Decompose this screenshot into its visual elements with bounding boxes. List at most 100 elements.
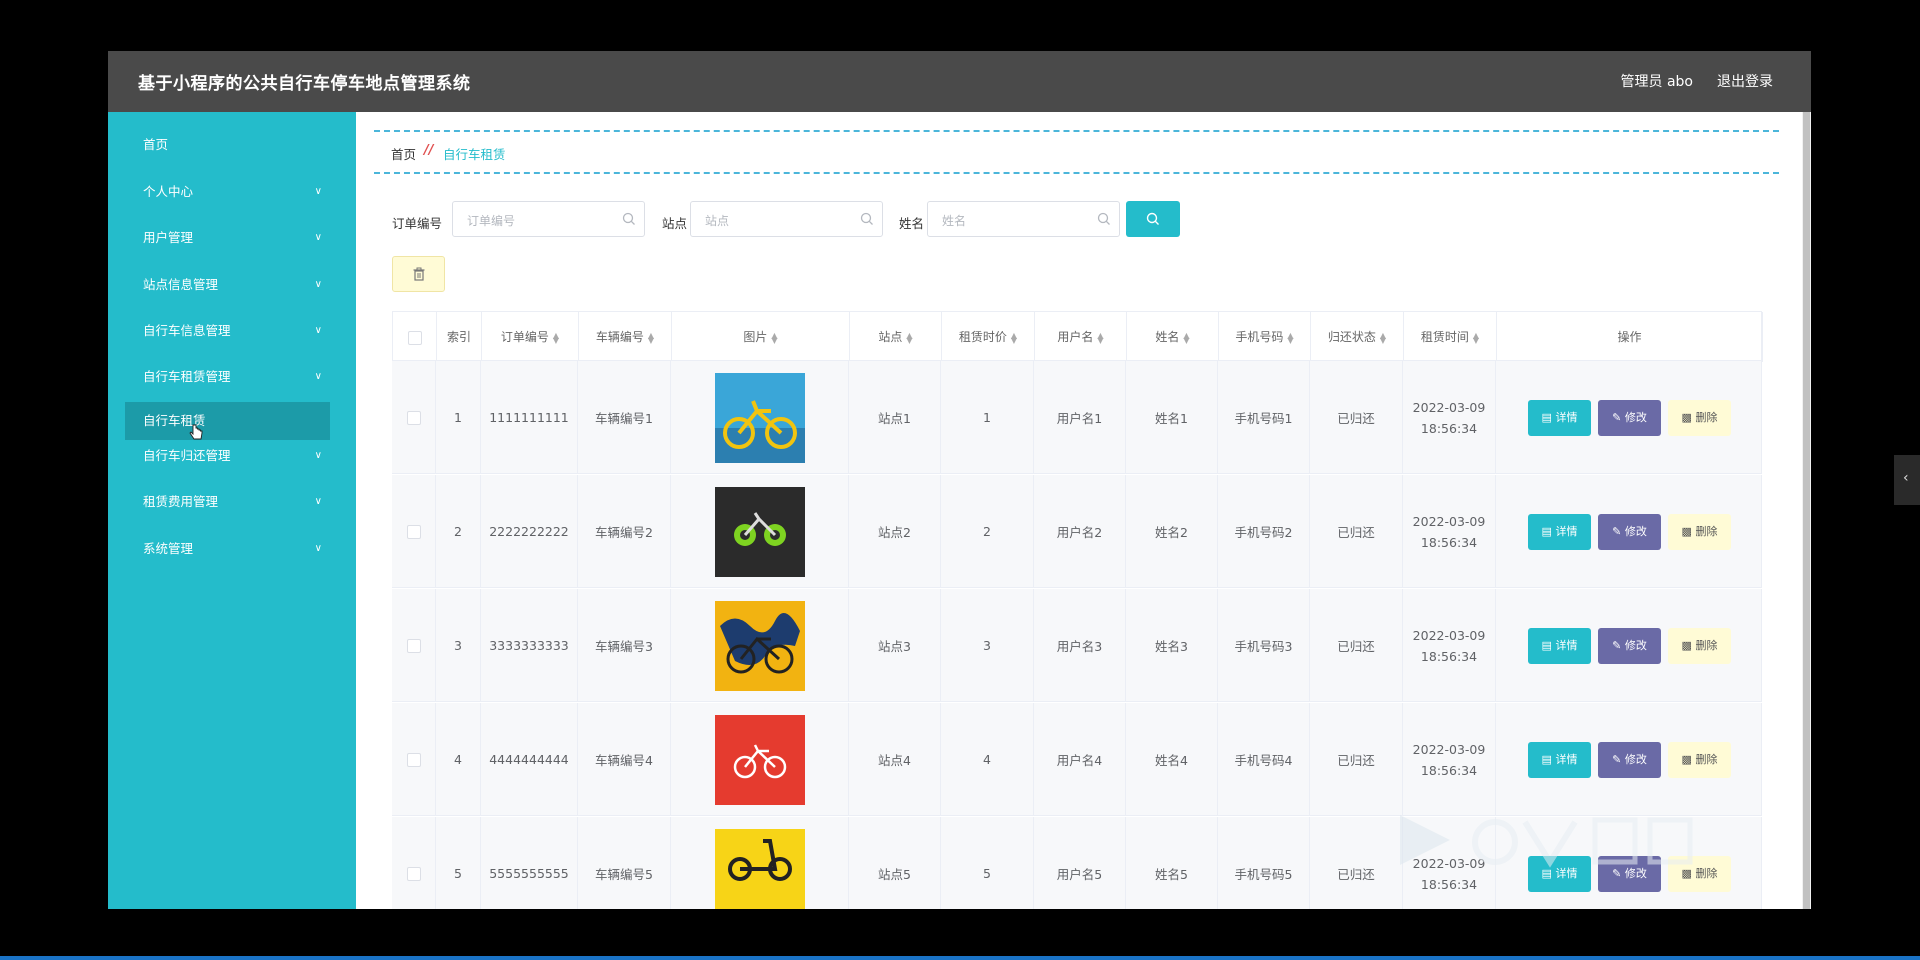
search-icon xyxy=(1146,212,1159,225)
breadcrumb: 首页 // 自行车租赁 xyxy=(374,130,1779,174)
sidebar-item-9[interactable]: 系统管理 ∨ xyxy=(125,530,330,568)
sort-icon[interactable]: ▲ ▼ xyxy=(906,331,912,344)
column-header-station[interactable]: 站点 ▲ ▼ xyxy=(850,312,942,362)
sidebar-item-3[interactable]: 站点信息管理 ∨ xyxy=(125,266,330,304)
detail-button[interactable]: ▤ 详情 xyxy=(1528,742,1591,778)
sort-icon[interactable]: ▲ ▼ xyxy=(1473,331,1479,344)
detail-button[interactable]: ▤ 详情 xyxy=(1528,628,1591,664)
edit-label: 修改 xyxy=(1624,411,1647,424)
edit-button[interactable]: ✎ 修改 xyxy=(1598,742,1661,778)
column-header-label: 姓名 xyxy=(1155,330,1180,344)
search-icon xyxy=(1097,212,1110,225)
bike-photo xyxy=(714,600,805,691)
sidebar-item-5[interactable]: 自行车租赁管理 ∨ xyxy=(125,358,330,396)
bulk-delete-button[interactable] xyxy=(392,256,445,292)
logout-link[interactable]: 退出登录 xyxy=(1717,71,1773,91)
row-checkbox[interactable] xyxy=(406,866,421,881)
cell-order: 4444444444 xyxy=(481,703,578,816)
vertical-scrollbar[interactable] xyxy=(1802,112,1811,909)
cell-name: 姓名5 xyxy=(1126,817,1218,909)
station-input[interactable]: 站点 xyxy=(690,201,883,237)
breadcrumb-separator: // xyxy=(424,143,434,158)
bike-photo xyxy=(714,714,805,805)
cell-rental-time: 2022-03-09 18:56:34 xyxy=(1403,475,1496,588)
row-checkbox[interactable] xyxy=(406,752,421,767)
column-header-phone[interactable]: 手机号码 ▲ ▼ xyxy=(1219,312,1311,362)
cell-phone: 手机号码3 xyxy=(1218,589,1310,702)
sort-icon[interactable]: ▲ ▼ xyxy=(1011,331,1017,344)
detail-button[interactable]: ▤ 详情 xyxy=(1528,514,1591,550)
sort-icon[interactable]: ▲ ▼ xyxy=(553,331,559,344)
detail-label: 详情 xyxy=(1555,639,1578,652)
table-header: 索引 订单编号 ▲ ▼ 车辆编号 ▲ ▼ 图片 ▲ ▼ 站点 ▲ ▼ 租赁时价 ▲ ▼ 用户名 ▲ ▼ 姓名 ▲ ▼ 手机号… xyxy=(392,311,1763,362)
cell-station: 站点5 xyxy=(849,817,941,909)
sidebar-item-2[interactable]: 用户管理 ∨ xyxy=(125,219,330,257)
cell-name: 姓名1 xyxy=(1126,361,1218,474)
name-input[interactable]: 姓名 xyxy=(927,201,1120,237)
column-header-order[interactable]: 订单编号 ▲ ▼ xyxy=(482,312,579,362)
search-button[interactable] xyxy=(1126,201,1180,237)
sidebar-item-label: 站点信息管理 xyxy=(143,277,219,292)
rental-date: 2022-03-09 xyxy=(1412,741,1486,757)
rental-clock: 18:56:34 xyxy=(1420,534,1478,550)
sort-icon[interactable]: ▲ ▼ xyxy=(771,331,777,344)
cell-username: 用户名3 xyxy=(1034,589,1126,702)
sidebar-item-8[interactable]: 租赁费用管理 ∨ xyxy=(125,483,330,521)
cell-phone: 手机号码5 xyxy=(1218,817,1310,909)
station-label: 站点 xyxy=(662,216,688,231)
edit-button[interactable]: ✎ 修改 xyxy=(1598,514,1661,550)
cell-phone: 手机号码4 xyxy=(1218,703,1310,816)
table-row: 3 3333333333 车辆编号3 站点3 3 用户名3 姓名3 手机号码3 已归还 2022-… xyxy=(392,589,1762,702)
column-header-image[interactable]: 图片 ▲ ▼ xyxy=(672,312,850,362)
cell-name: 姓名3 xyxy=(1126,589,1218,702)
row-checkbox[interactable] xyxy=(406,524,421,539)
row-checkbox[interactable] xyxy=(406,638,421,653)
sidebar-item-1[interactable]: 个人中心 ∨ xyxy=(125,173,330,211)
breadcrumb-home[interactable]: 首页 xyxy=(391,144,416,163)
delete-button[interactable]: ▩ 删除 xyxy=(1668,514,1731,550)
name-label: 姓名 xyxy=(899,216,925,231)
cell-image xyxy=(671,703,849,816)
order-number-input[interactable]: 订单编号 xyxy=(452,201,645,237)
edit-label: 修改 xyxy=(1624,753,1647,766)
delete-button[interactable]: ▩ 删除 xyxy=(1668,628,1731,664)
sidebar-item-4[interactable]: 自行车信息管理 ∨ xyxy=(125,312,330,350)
cell-image xyxy=(671,361,849,474)
rental-date: 2022-03-09 xyxy=(1412,627,1486,643)
sort-icon[interactable]: ▲ ▼ xyxy=(1097,331,1103,344)
column-header-date[interactable]: 租赁时间 ▲ ▼ xyxy=(1404,312,1497,362)
sidebar-item-0[interactable]: 首页 xyxy=(125,126,330,164)
cell-price: 2 xyxy=(941,475,1034,588)
cell-order: 2222222222 xyxy=(481,475,578,588)
sort-icon[interactable]: ▲ ▼ xyxy=(1380,331,1386,344)
row-select-cell xyxy=(392,817,436,909)
rental-clock: 18:56:34 xyxy=(1420,762,1478,778)
column-header-username[interactable]: 用户名 ▲ ▼ xyxy=(1035,312,1127,362)
sidebar-item-label: 自行车归还管理 xyxy=(143,448,231,463)
column-header-status[interactable]: 归还状态 ▲ ▼ xyxy=(1311,312,1404,362)
sort-icon[interactable]: ▲ ▼ xyxy=(1287,331,1293,344)
edit-button[interactable]: ✎ 修改 xyxy=(1598,400,1661,436)
sidebar-item-6[interactable]: 自行车租赁 xyxy=(125,402,330,440)
column-header-bike[interactable]: 车辆编号 ▲ ▼ xyxy=(579,312,672,362)
delete-button[interactable]: ▩ 删除 xyxy=(1668,742,1731,778)
row-checkbox[interactable] xyxy=(406,410,421,425)
sort-icon[interactable]: ▲ ▼ xyxy=(648,331,654,344)
scrollbar-thumb[interactable] xyxy=(1803,112,1810,909)
cell-bike: 车辆编号2 xyxy=(578,475,671,588)
column-header-name[interactable]: 姓名 ▲ ▼ xyxy=(1127,312,1219,362)
sidebar-item-label: 首页 xyxy=(143,137,169,152)
collapse-panel-handle[interactable]: ‹ xyxy=(1894,455,1920,505)
detail-button[interactable]: ▤ 详情 xyxy=(1528,400,1591,436)
column-header-label: 租赁时间 xyxy=(1420,330,1469,344)
delete-button[interactable]: ▩ 删除 xyxy=(1668,400,1731,436)
edit-button[interactable]: ✎ 修改 xyxy=(1598,628,1661,664)
column-header-price[interactable]: 租赁时价 ▲ ▼ xyxy=(942,312,1035,362)
breadcrumb-current: 自行车租赁 xyxy=(443,147,506,162)
sort-icon[interactable]: ▲ ▼ xyxy=(1183,331,1189,344)
select-all-checkbox[interactable] xyxy=(407,330,422,345)
sidebar-item-7[interactable]: 自行车归还管理 ∨ xyxy=(125,437,330,475)
row-select-cell xyxy=(392,589,436,702)
table-row: 2 2222222222 车辆编号2 站点2 2 用户名2 姓名2 手机号码2 已归还 2022-… xyxy=(392,475,1762,588)
select-all-cell xyxy=(393,312,437,362)
